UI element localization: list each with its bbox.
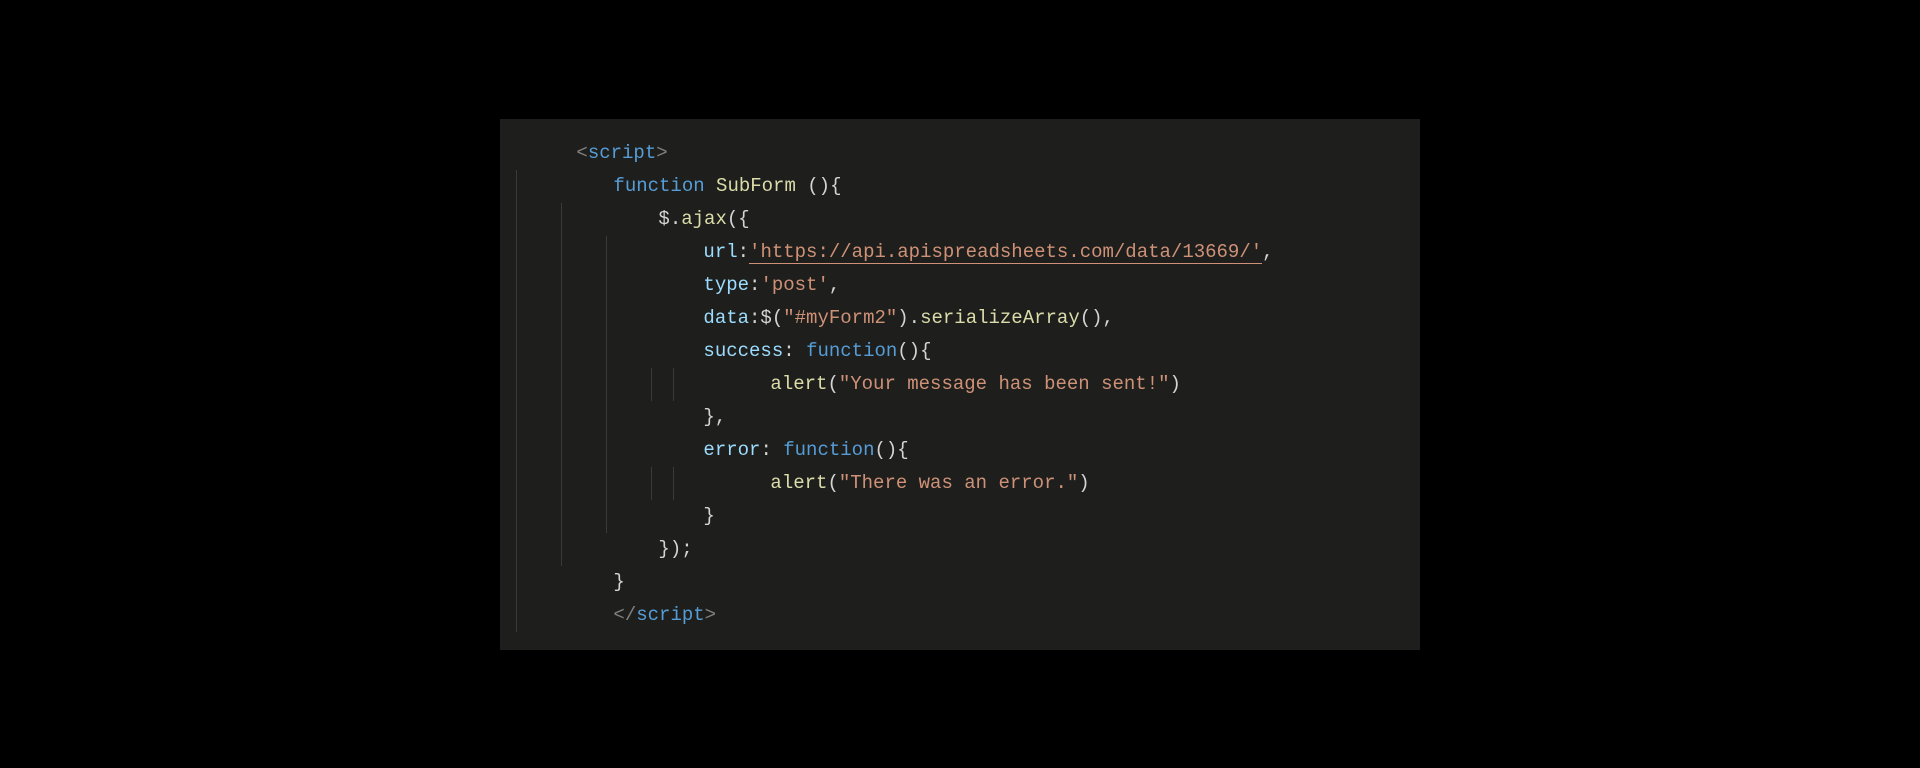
alert-fn: alert — [770, 472, 827, 494]
tag-name: script — [636, 604, 704, 626]
alert-success-msg: "Your message has been sent!" — [839, 373, 1170, 395]
brace-close: } — [703, 505, 714, 527]
ajax-close: }); — [658, 538, 692, 560]
tag-bracket: </ — [613, 604, 636, 626]
code-editor[interactable]: <script> function SubForm (){ $.ajax({ u… — [500, 119, 1420, 650]
alert-fn: alert — [770, 373, 827, 395]
func-sig: (){ — [796, 175, 842, 197]
alert-error-msg: "There was an error." — [839, 472, 1078, 494]
code-line: </script> — [500, 599, 1420, 632]
serialize-method: serializeArray — [920, 307, 1080, 329]
code-line: }); — [500, 533, 1420, 566]
tag-bracket: > — [705, 604, 716, 626]
